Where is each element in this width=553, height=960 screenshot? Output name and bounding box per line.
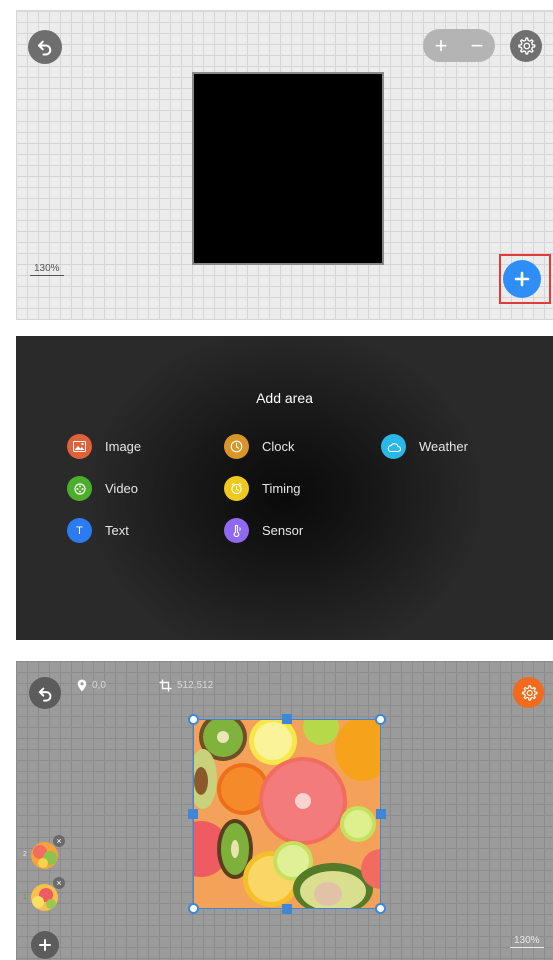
video-icon: [67, 476, 92, 501]
layer-index: 2: [23, 851, 27, 858]
weather-icon: [381, 434, 406, 459]
option-label: Weather: [419, 439, 468, 454]
option-text[interactable]: T Text: [67, 518, 129, 543]
clock-icon: [224, 434, 249, 459]
layer-thumbnail[interactable]: [31, 884, 58, 911]
zoom-level-label: 130%: [510, 935, 544, 948]
add-area-dialog: Add area Image Video T Text Clock Timing: [16, 336, 553, 640]
position-readout: 0,0: [77, 679, 106, 692]
option-label: Sensor: [262, 523, 304, 538]
add-layer-button[interactable]: [31, 931, 59, 959]
gear-icon: [518, 37, 536, 55]
resize-handle-top-right[interactable]: [375, 714, 386, 725]
zoom-in-button[interactable]: +: [435, 33, 448, 59]
option-sensor[interactable]: Sensor: [224, 518, 303, 543]
remove-layer-button[interactable]: ×: [53, 877, 65, 889]
crop-icon: [159, 679, 172, 692]
back-arrow-icon: [38, 687, 51, 702]
size-value: 512,512: [177, 680, 214, 691]
resize-handle-top[interactable]: [282, 714, 292, 724]
text-icon-glyph: T: [76, 524, 83, 537]
sensor-icon: [224, 518, 249, 543]
size-readout: 512,512: [159, 679, 213, 692]
option-image[interactable]: Image: [67, 434, 141, 459]
back-button[interactable]: [28, 30, 62, 64]
layer-index: 1: [23, 894, 27, 901]
zoom-level-label: 130%: [30, 263, 64, 276]
option-label: Clock: [262, 439, 295, 454]
resize-handle-bottom-left[interactable]: [188, 903, 199, 914]
remove-layer-button[interactable]: ×: [53, 835, 65, 847]
option-timing[interactable]: Timing: [224, 476, 301, 501]
option-clock[interactable]: Clock: [224, 434, 295, 459]
gear-icon: [521, 684, 537, 701]
settings-button[interactable]: [510, 30, 542, 62]
option-video[interactable]: Video: [67, 476, 138, 501]
editor-canvas-with-image: 0,0 512,512 2 × 1 × 130%: [16, 661, 553, 960]
screen-canvas[interactable]: [192, 72, 384, 265]
dialog-title: Add area: [256, 390, 313, 406]
zoom-controls: + −: [423, 29, 495, 62]
resize-handle-left[interactable]: [188, 809, 198, 819]
back-arrow-icon: [37, 40, 52, 56]
settings-button[interactable]: [513, 677, 544, 708]
location-pin-icon: [77, 679, 87, 692]
plus-icon: [514, 271, 530, 287]
option-weather[interactable]: Weather: [381, 434, 468, 459]
back-button[interactable]: [29, 677, 61, 709]
selection-frame: [193, 719, 381, 909]
option-label: Video: [105, 481, 139, 496]
layer-thumbnail[interactable]: [31, 842, 58, 869]
text-icon: T: [67, 518, 92, 543]
option-label: Image: [105, 439, 142, 454]
zoom-out-button[interactable]: −: [471, 33, 484, 59]
position-value: 0,0: [92, 680, 106, 691]
resize-handle-right[interactable]: [376, 809, 386, 819]
image-icon: [67, 434, 92, 459]
resize-handle-bottom-right[interactable]: [375, 903, 386, 914]
resize-handle-bottom[interactable]: [282, 904, 292, 914]
option-label: Timing: [262, 481, 301, 496]
add-area-button[interactable]: [503, 260, 541, 298]
resize-handle-top-left[interactable]: [188, 714, 199, 725]
timer-icon: [224, 476, 249, 501]
option-label: Text: [105, 523, 129, 538]
editor-canvas-empty: + − 130%: [16, 10, 553, 320]
plus-icon: [39, 939, 51, 951]
